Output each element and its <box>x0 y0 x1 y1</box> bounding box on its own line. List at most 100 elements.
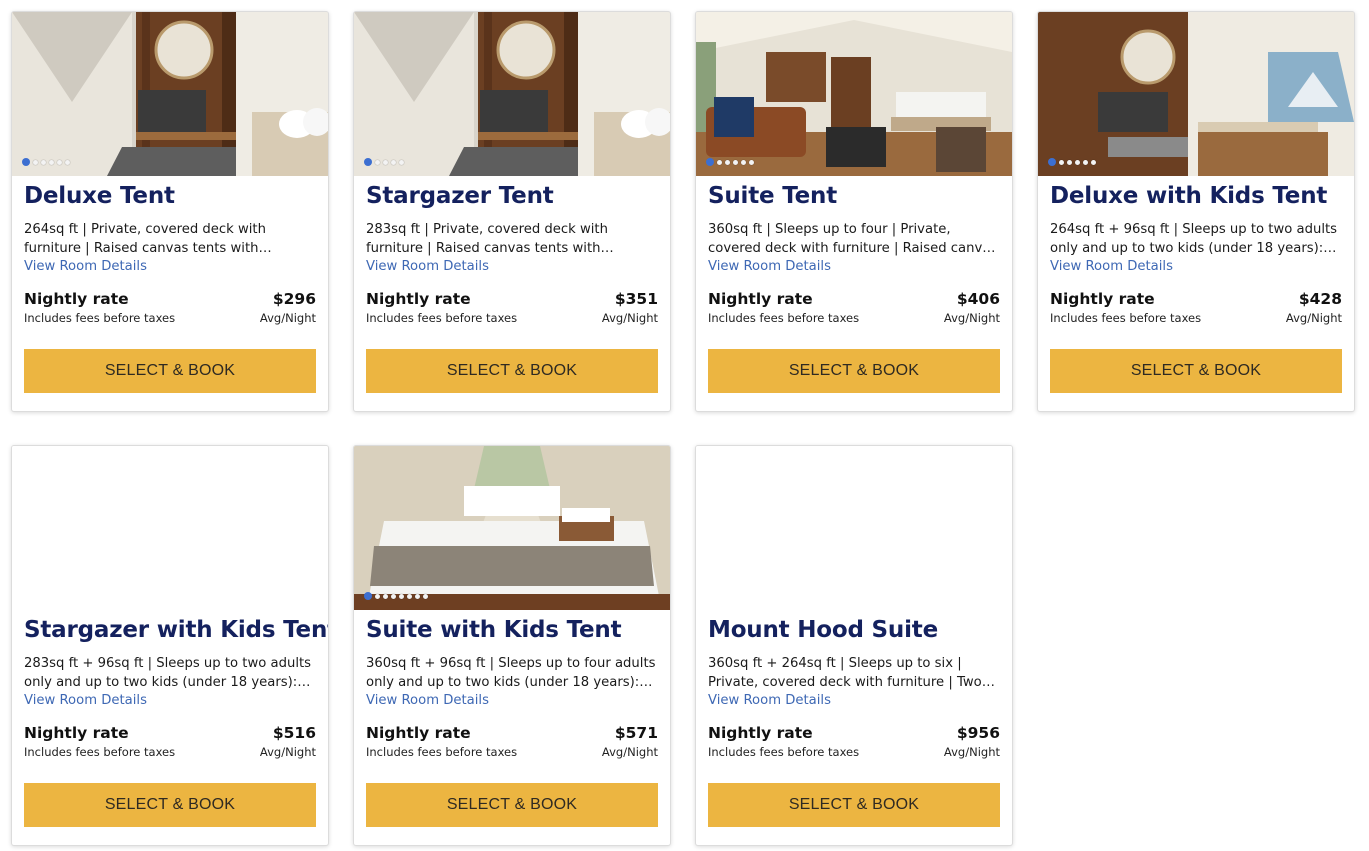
carousel-dot[interactable] <box>749 159 754 165</box>
view-room-details-link[interactable]: View Room Details <box>708 258 1000 275</box>
room-card: Deluxe with Kids Tent 264sq ft + 96sq ft… <box>1037 11 1355 412</box>
room-name: Deluxe with Kids Tent <box>1050 183 1328 209</box>
room-photo-placeholder <box>696 446 1012 610</box>
fee-note: Includes fees before taxes <box>24 745 176 759</box>
carousel-dot[interactable] <box>49 159 54 165</box>
carousel-dot[interactable] <box>375 159 380 165</box>
per-night-label: Avg/Night <box>259 745 316 759</box>
room-name: Deluxe Tent <box>24 183 175 209</box>
select-and-book-button[interactable]: SELECT & BOOK <box>708 349 1000 393</box>
carousel-dots[interactable] <box>22 158 70 166</box>
room-name: Suite with Kids Tent <box>366 617 622 643</box>
carousel-dot[interactable] <box>741 159 746 165</box>
select-and-book-button[interactable]: SELECT & BOOK <box>1050 349 1342 393</box>
nightly-rate-label: Nightly rate <box>24 724 129 742</box>
room-photo <box>354 12 670 176</box>
room-description: 264sq ft + 96sq ft | Sleeps up to two ad… <box>1050 222 1338 256</box>
per-night-label: Avg/Night <box>943 745 1000 759</box>
carousel-dot[interactable] <box>399 593 404 599</box>
room-photo-carousel[interactable] <box>1038 12 1354 176</box>
room-description: 360sq ft + 96sq ft | Sleeps up to four a… <box>366 656 656 690</box>
room-photo <box>354 446 670 610</box>
view-room-details-link[interactable]: View Room Details <box>1050 258 1342 275</box>
carousel-dot-active[interactable] <box>364 158 372 166</box>
room-price: $296 <box>272 290 316 308</box>
carousel-dot[interactable] <box>733 159 738 165</box>
carousel-dots[interactable] <box>706 158 754 166</box>
carousel-dot[interactable] <box>407 593 412 599</box>
select-and-book-button[interactable]: SELECT & BOOK <box>366 349 658 393</box>
view-room-details-link[interactable]: View Room Details <box>24 258 316 275</box>
carousel-dot-active[interactable] <box>706 158 714 166</box>
room-description: 264sq ft | Private, covered deck with fu… <box>24 222 266 256</box>
room-price: $428 <box>1298 290 1342 308</box>
fee-note: Includes fees before taxes <box>1050 311 1202 325</box>
view-room-details-link[interactable]: View Room Details <box>708 692 1000 709</box>
room-photo-carousel[interactable] <box>354 12 670 176</box>
carousel-dots[interactable] <box>364 592 428 600</box>
per-night-label: Avg/Night <box>1285 311 1342 325</box>
carousel-dots[interactable] <box>1048 158 1096 166</box>
carousel-dot[interactable] <box>375 593 380 599</box>
view-room-details-link[interactable]: View Room Details <box>24 692 316 709</box>
carousel-dot[interactable] <box>57 159 62 165</box>
room-name: Stargazer Tent <box>366 183 554 209</box>
carousel-dot[interactable] <box>391 593 396 599</box>
per-night-label: Avg/Night <box>943 311 1000 325</box>
carousel-dot[interactable] <box>383 159 388 165</box>
carousel-dot[interactable] <box>423 593 428 599</box>
select-and-book-button[interactable]: SELECT & BOOK <box>708 783 1000 827</box>
carousel-dot[interactable] <box>1091 159 1096 165</box>
carousel-dot[interactable] <box>725 159 730 165</box>
select-and-book-button[interactable]: SELECT & BOOK <box>366 783 658 827</box>
room-card: Suite with Kids Tent 360sq ft + 96sq ft … <box>353 445 671 846</box>
carousel-dot[interactable] <box>717 159 722 165</box>
carousel-dot[interactable] <box>33 159 38 165</box>
room-photo-placeholder <box>12 446 328 610</box>
nightly-rate-label: Nightly rate <box>1050 290 1155 308</box>
carousel-dot-active[interactable] <box>364 592 372 600</box>
carousel-dot[interactable] <box>1067 159 1072 165</box>
carousel-dot[interactable] <box>65 159 70 165</box>
carousel-dot[interactable] <box>1059 159 1064 165</box>
room-price: $571 <box>614 724 658 742</box>
room-description: 283sq ft | Private, covered deck with fu… <box>366 222 608 256</box>
select-and-book-button[interactable]: SELECT & BOOK <box>24 349 316 393</box>
select-and-book-button[interactable]: SELECT & BOOK <box>24 783 316 827</box>
room-price: $406 <box>956 290 1000 308</box>
room-photo-carousel[interactable] <box>696 12 1012 176</box>
room-photo-carousel[interactable] <box>354 446 670 610</box>
carousel-dot[interactable] <box>1075 159 1080 165</box>
carousel-dots[interactable] <box>364 158 404 166</box>
carousel-dot[interactable] <box>399 159 404 165</box>
room-price: $516 <box>272 724 316 742</box>
room-card: Stargazer Tent 283sq ft | Private, cover… <box>353 11 671 412</box>
per-night-label: Avg/Night <box>601 745 658 759</box>
per-night-label: Avg/Night <box>259 311 316 325</box>
carousel-dot[interactable] <box>41 159 46 165</box>
view-room-details-link[interactable]: View Room Details <box>366 692 658 709</box>
carousel-dot[interactable] <box>1083 159 1088 165</box>
room-photo <box>696 12 1012 176</box>
room-name: Mount Hood Suite <box>708 617 938 643</box>
nightly-rate-label: Nightly rate <box>24 290 129 308</box>
fee-note: Includes fees before taxes <box>24 311 176 325</box>
per-night-label: Avg/Night <box>601 311 658 325</box>
nightly-rate-label: Nightly rate <box>708 290 813 308</box>
room-card: Deluxe Tent 264sq ft | Private, covered … <box>11 11 329 412</box>
fee-note: Includes fees before taxes <box>366 745 518 759</box>
carousel-dot[interactable] <box>415 593 420 599</box>
room-photo <box>1038 12 1354 176</box>
room-photo <box>12 12 328 176</box>
carousel-dot[interactable] <box>383 593 388 599</box>
room-photo-carousel[interactable] <box>12 12 328 176</box>
room-name: Suite Tent <box>708 183 838 209</box>
carousel-dot-active[interactable] <box>1048 158 1056 166</box>
room-card: Suite Tent 360sq ft | Sleeps up to four … <box>695 11 1013 412</box>
room-name: Stargazer with Kids Tent <box>24 617 329 643</box>
carousel-dot[interactable] <box>391 159 396 165</box>
fee-note: Includes fees before taxes <box>708 311 860 325</box>
view-room-details-link[interactable]: View Room Details <box>366 258 658 275</box>
room-description: 283sq ft + 96sq ft | Sleeps up to two ad… <box>24 656 312 690</box>
carousel-dot-active[interactable] <box>22 158 30 166</box>
